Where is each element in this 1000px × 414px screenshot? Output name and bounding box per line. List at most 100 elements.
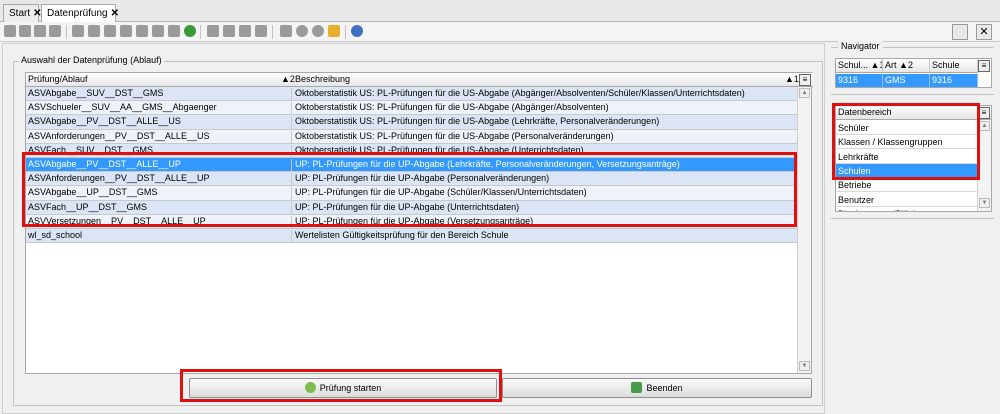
cut-page-icon[interactable]	[72, 25, 84, 37]
navigator-cell[interactable]: 9316	[930, 74, 978, 87]
switch-icon[interactable]	[952, 24, 968, 40]
toolbar-separator	[345, 25, 346, 39]
cell-beschreibung: Oktoberstatistik US: PL-Prüfungen für di…	[295, 144, 584, 155]
cell-beschreibung: UP: PL-Prüfungen für die UP-Abgabe (Schü…	[295, 187, 587, 198]
scroll-down-icon[interactable]: ▼	[979, 198, 990, 208]
table-row[interactable]: ASVVersetzungen__PV__DST__ALLE__UP UP: PL…	[26, 214, 799, 229]
cell-pruefung: ASVAbgabe__PV__DST__ALLE__US	[28, 116, 292, 129]
bulb-icon[interactable]	[312, 25, 324, 37]
print-icon[interactable]	[280, 25, 292, 37]
datenbereich-item[interactable]: Benutzer	[836, 193, 977, 207]
datenbereich-list[interactable]: Datenbereich ≡ Schüler Klassen / Klasseng…	[835, 105, 992, 212]
toolbar-separator	[66, 25, 67, 39]
cell-pruefung: ASVVersetzungen__PV__DST__ALLE__UP	[28, 215, 292, 228]
cell-beschreibung: Wertelisten Gültigkeitsprüfung für den B…	[295, 229, 509, 240]
gear-icon	[304, 382, 316, 393]
column-header-pruefung[interactable]: Prüfung/Ablauf	[28, 74, 88, 84]
datenbereich-item[interactable]: Betriebe	[836, 178, 977, 193]
column-chooser-icon[interactable]: ≡	[978, 107, 990, 119]
table-header: Prüfung/Ablauf ▲2 Beschreibung ▲1 ≡	[26, 73, 813, 87]
prev-icon[interactable]	[120, 25, 132, 37]
navigator-cell[interactable]: GMS	[883, 74, 930, 87]
tab-datenpruefung-label: Datenprüfung	[47, 8, 108, 19]
table-row[interactable]: ASVAnforderungen__PV__DST__ALLE__US Oktob…	[26, 129, 799, 144]
column-header-schule[interactable]: Schule	[930, 59, 978, 73]
navigator-table[interactable]: Schul... ▲1 Art ▲2 Schule ≡ 9316 GMS 931…	[835, 58, 992, 88]
cell-beschreibung: UP: PL-Prüfungen für die UP-Abgabe (Pers…	[295, 173, 550, 184]
refresh-icon[interactable]	[184, 25, 196, 37]
column-chooser-icon[interactable]: ≡	[799, 74, 811, 86]
cell-pruefung: wl_sd_school	[28, 229, 292, 243]
scissors-icon[interactable]	[223, 25, 235, 37]
cell-pruefung: ASVFach__UP__DST__GMS	[28, 201, 292, 214]
cell-pruefung: ASVAnforderungen__PV__DST__ALLE__UP	[28, 173, 292, 186]
brush-icon[interactable]	[328, 25, 340, 37]
selection-group: Auswahl der Datenprüfung (Ablauf) Prüfun…	[13, 55, 823, 406]
copy-icon[interactable]	[239, 25, 251, 37]
table-row[interactable]: ASVAbgabe__UP__DST__GMS UP: PL-Prüfungen …	[26, 186, 799, 201]
datenbereich-header-label: Datenbereich	[838, 107, 892, 117]
toolbar-separator	[272, 25, 273, 39]
column-header-beschreibung[interactable]: Beschreibung	[295, 74, 350, 84]
cell-pruefung: ASVAbgabe__PV__DST__ALLE__UP	[28, 158, 292, 172]
save-all-icon[interactable]	[19, 25, 31, 37]
table-row[interactable]: ASVFach__UP__DST__GMS UP: PL-Prüfungen fü…	[26, 200, 799, 215]
datenbereich-item[interactable]: Klassen / Klassengruppen	[836, 135, 977, 150]
cell-beschreibung: Oktoberstatistik US: PL-Prüfungen für di…	[295, 102, 609, 113]
save-icon[interactable]	[4, 25, 16, 37]
cell-beschreibung: UP: PL-Prüfungen für die UP-Abgabe (Unte…	[295, 201, 520, 212]
datenbereich-item[interactable]: Blockgruppen/Blöcke	[836, 207, 977, 211]
start-check-button[interactable]: Prüfung starten	[189, 378, 497, 398]
scroll-up-icon[interactable]: ▲	[799, 88, 810, 98]
cell-pruefung: ASVFach__SUV__DST__GMS	[28, 144, 292, 157]
column-header-schulnummer[interactable]: Schul... ▲1	[836, 59, 883, 73]
delete-icon[interactable]	[49, 25, 61, 37]
close-icon[interactable]: ✕	[111, 8, 119, 19]
prev-page-icon[interactable]	[104, 25, 116, 37]
first-icon[interactable]	[88, 25, 100, 37]
table-body: ASVAbgabe__SUV__DST__GMS Oktoberstatistik…	[26, 87, 799, 244]
column-chooser-icon[interactable]: ≡	[978, 60, 990, 72]
end-button[interactable]: Beenden	[502, 378, 812, 398]
stamp-icon[interactable]	[296, 25, 308, 37]
table-row[interactable]: ASVAnforderungen__PV__DST__ALLE__UP UP: P…	[26, 172, 799, 187]
link-icon[interactable]	[207, 25, 219, 37]
table-row[interactable]: ASVAbgabe__PV__DST__ALLE__UP UP: PL-Prüfu…	[26, 157, 799, 173]
cell-pruefung: ASVAbgabe__SUV__DST__GMS	[28, 88, 292, 101]
tab-datenpruefung[interactable]: Datenprüfung ✕	[41, 4, 119, 23]
undo-icon[interactable]	[34, 25, 46, 37]
tab-start[interactable]: Start ✕	[3, 4, 42, 22]
side-divider	[831, 218, 994, 219]
exit-icon	[631, 382, 643, 393]
scroll-down-icon[interactable]: ▼	[799, 361, 810, 371]
vertical-scrollbar[interactable]: ▲ ▼	[977, 120, 991, 211]
cell-pruefung: ASVAbgabe__UP__DST__GMS	[28, 187, 292, 200]
tab-start-label: Start	[9, 8, 31, 19]
cell-pruefung: ASVSchueler__SUV__AA__GMS__Abgaenger	[28, 102, 292, 115]
datenbereich-item[interactable]: Schüler	[836, 121, 977, 135]
table-row[interactable]: ASVAbgabe__PV__DST__ALLE__US Oktoberstati…	[26, 115, 799, 130]
table-row[interactable]: wl_sd_school Wertelisten Gültigkeitsprüfu…	[26, 228, 799, 244]
datenbereich-item[interactable]: Schulen	[836, 163, 977, 178]
help-icon[interactable]	[351, 25, 363, 37]
cell-beschreibung: Oktoberstatistik US: PL-Prüfungen für di…	[295, 130, 614, 141]
cell-beschreibung: UP: PL-Prüfungen für die UP-Abgabe (Vers…	[295, 215, 534, 226]
table-row[interactable]: ASVAbgabe__SUV__DST__GMS Oktoberstatistik…	[26, 87, 799, 102]
column-header-label: Art	[885, 60, 897, 70]
paste-icon[interactable]	[255, 25, 267, 37]
vertical-scrollbar[interactable]: ▲ ▼	[797, 87, 811, 373]
table-row[interactable]: ASVSchueler__SUV__AA__GMS__Abgaenger Okto…	[26, 101, 799, 116]
table-row[interactable]: ASVFach__SUV__DST__GMS Oktoberstatistik U…	[26, 143, 799, 158]
cell-pruefung: ASVAnforderungen__PV__DST__ALLE__US	[28, 130, 292, 143]
close-icon[interactable]: ✕	[976, 24, 992, 40]
column-header-label: Schule	[932, 60, 960, 70]
next-icon[interactable]	[136, 25, 148, 37]
navigator-cell[interactable]: 9316	[836, 74, 883, 87]
pruefung-table[interactable]: Prüfung/Ablauf ▲2 Beschreibung ▲1 ≡ ASVA…	[25, 72, 813, 374]
toolbar: ✕	[0, 22, 1000, 42]
next-page-icon[interactable]	[152, 25, 164, 37]
scroll-up-icon[interactable]: ▲	[979, 121, 990, 131]
last-icon[interactable]	[168, 25, 180, 37]
datenbereich-item[interactable]: Lehrkräfte	[836, 150, 977, 164]
column-header-art[interactable]: Art ▲2	[883, 59, 930, 73]
